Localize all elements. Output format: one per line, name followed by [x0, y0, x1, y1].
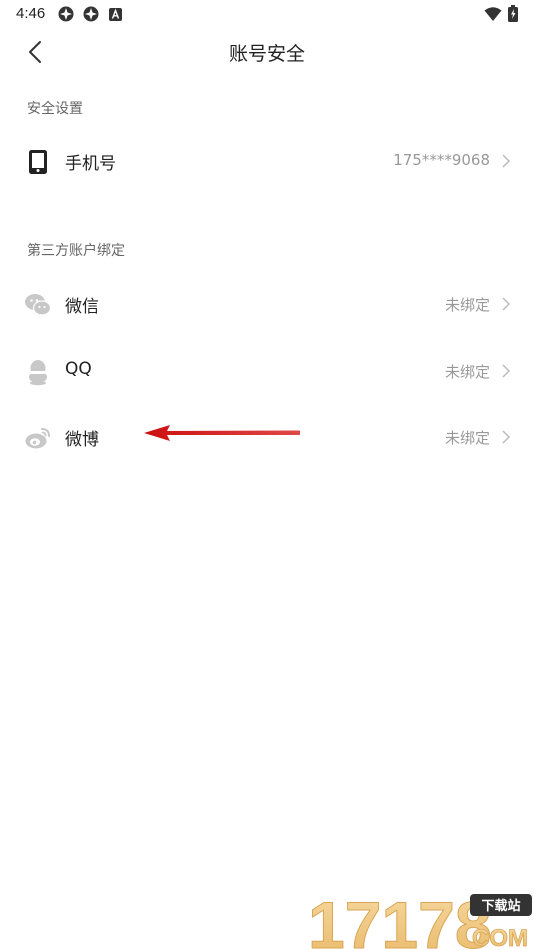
notification-a-icon	[109, 8, 122, 21]
weibo-status: 未绑定	[444, 429, 490, 447]
wechat-label: 微信	[65, 297, 99, 317]
weibo-icon	[25, 428, 50, 449]
wifi-icon	[484, 7, 502, 21]
page-title: 账号安全	[228, 43, 305, 65]
watermark-badge: 下载站	[481, 898, 520, 914]
phone-icon	[29, 150, 47, 174]
qq-label: QQ	[65, 359, 92, 379]
header: 账号安全	[0, 28, 534, 74]
watermark-logo: 17178 下载站 COM	[308, 890, 532, 950]
section-title-security: 安全设置	[27, 101, 83, 117]
battery-icon	[508, 5, 518, 22]
section-title-third-party: 第三方账户绑定	[27, 243, 125, 259]
app-icon-2	[83, 6, 99, 22]
chevron-right-icon	[502, 364, 511, 378]
phone-row[interactable]: 手机号 175****9068	[0, 135, 534, 187]
status-time: 4:46	[16, 5, 46, 22]
qq-status: 未绑定	[444, 363, 490, 381]
phone-value: 175****9068	[393, 151, 490, 169]
qq-row[interactable]: QQ 未绑定	[0, 345, 534, 397]
weibo-label: 微博	[65, 430, 99, 450]
app-icon-1	[58, 6, 74, 22]
watermark-suffix: COM	[472, 925, 528, 950]
wechat-status: 未绑定	[444, 296, 490, 314]
wechat-row[interactable]: 微信 未绑定	[0, 278, 534, 330]
chevron-right-icon	[502, 154, 511, 168]
chevron-right-icon	[502, 430, 511, 444]
qq-icon	[29, 360, 47, 386]
phone-label: 手机号	[65, 154, 116, 174]
chevron-right-icon	[502, 297, 511, 311]
annotation-arrow-icon	[144, 425, 300, 441]
status-bar: 4:46	[0, 0, 534, 28]
watermark-number: 17178	[308, 890, 492, 950]
wechat-icon	[25, 294, 52, 316]
